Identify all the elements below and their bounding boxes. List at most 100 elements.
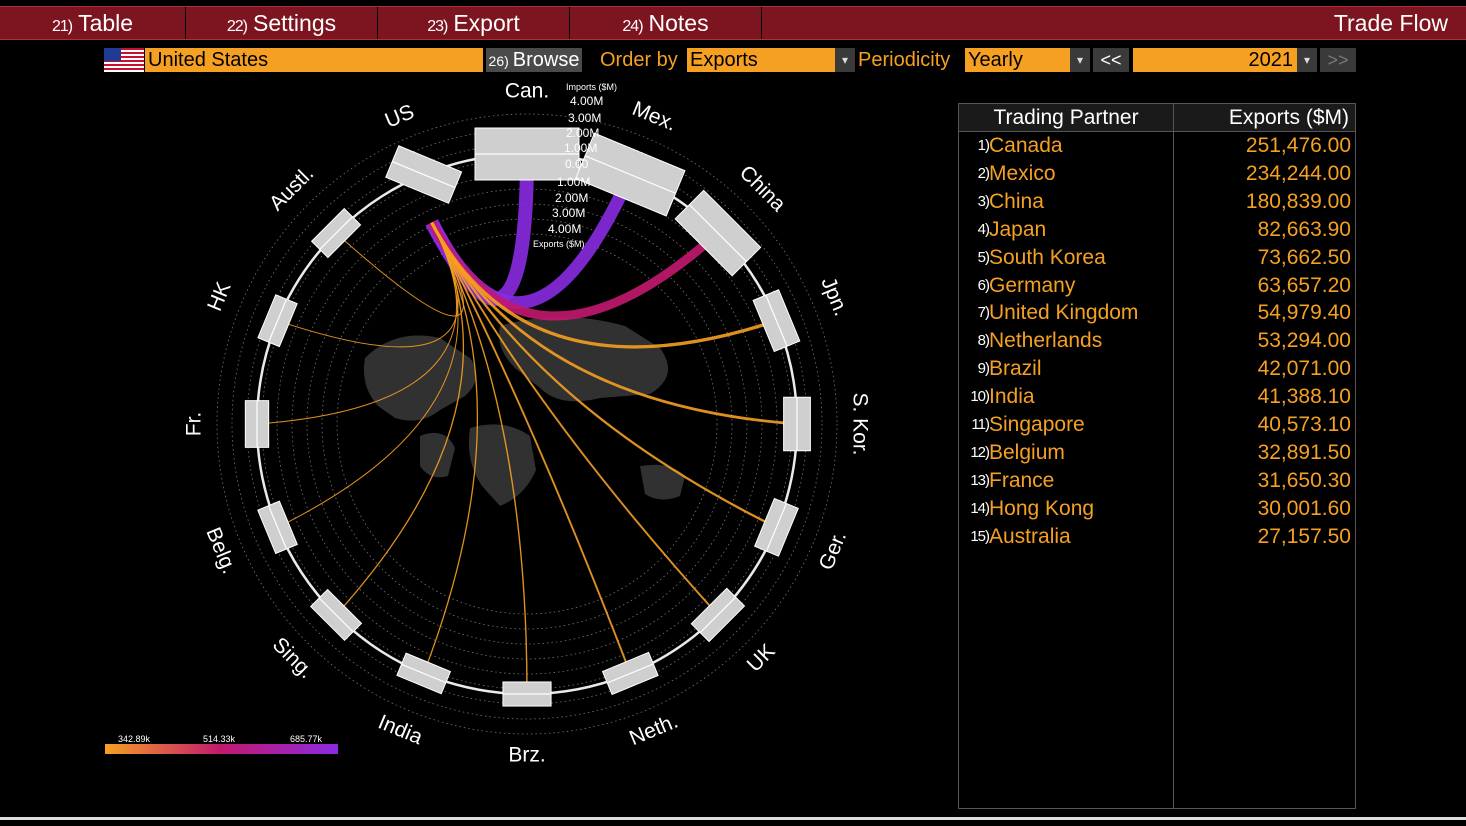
partner-label: US — [382, 100, 418, 132]
tab-export[interactable]: 23) Export — [378, 7, 570, 39]
us-flag-icon — [104, 48, 144, 72]
row-partner-name: Netherlands — [989, 329, 1103, 353]
row-export-value: 30,001.60 — [1257, 496, 1351, 520]
row-rank: 6) — [977, 276, 990, 294]
row-export-value: 251,476.00 — [1245, 134, 1351, 157]
table-row[interactable]: 10) India 41,388.10 — [959, 383, 1357, 411]
order-by-label: Order by — [600, 49, 678, 71]
partner-label: China — [735, 161, 790, 216]
row-rank: 12) — [970, 443, 990, 461]
next-period-button[interactable]: >> — [1320, 48, 1356, 72]
row-export-value: 27,157.50 — [1257, 524, 1351, 548]
imports-axis-title: Imports ($M) — [566, 82, 617, 92]
browse-button[interactable]: 26) Browse — [486, 48, 582, 72]
node-partner[interactable] — [257, 500, 298, 555]
node-partner[interactable] — [783, 396, 811, 452]
tab-settings[interactable]: 22) Settings — [186, 7, 378, 39]
node-partner[interactable] — [396, 652, 452, 695]
table-row[interactable]: 7) United Kingdom 54,979.40 — [959, 299, 1357, 327]
tab-settings-number: 22) — [226, 18, 248, 35]
partner-label: HK — [203, 279, 235, 315]
order-by-select[interactable]: Exports — [687, 48, 835, 72]
row-export-value: 42,071.00 — [1257, 357, 1351, 381]
table-row[interactable]: 8) Netherlands 53,294.00 — [959, 327, 1357, 355]
exports-tick-label: 2.00M — [555, 191, 588, 205]
partner-label: India — [375, 711, 426, 750]
scale-ring — [321, 218, 733, 630]
node-partner[interactable] — [753, 497, 799, 557]
node-partner[interactable] — [752, 289, 801, 353]
partner-label: Belg. — [201, 524, 241, 577]
partner-label: Ger. — [815, 528, 851, 573]
browse-label: Browse — [512, 49, 580, 71]
row-rank: 13) — [970, 471, 990, 489]
year-dropdown-icon[interactable]: ▾ — [1297, 48, 1317, 72]
year-select[interactable]: 2021 — [1133, 48, 1297, 72]
periodicity-select[interactable]: Yearly — [965, 48, 1070, 72]
table-row[interactable]: 4) Japan 82,663.90 — [959, 216, 1357, 244]
imports-tick-label: 1.00M — [564, 141, 597, 155]
table-row[interactable]: 11) Singapore 40,573.10 — [959, 411, 1357, 439]
node-us[interactable] — [385, 145, 463, 204]
row-rank: 8) — [977, 332, 990, 350]
flow-ribbon[interactable] — [277, 222, 459, 348]
row-partner-name: South Korea — [989, 245, 1106, 269]
row-export-value: 82,663.90 — [1257, 217, 1351, 241]
partner-label: Austl. — [265, 162, 318, 215]
node-partner[interactable] — [257, 294, 298, 348]
periodicity-dropdown-icon[interactable]: ▾ — [1070, 48, 1090, 72]
node-partner[interactable] — [502, 681, 552, 707]
trade-flow-chord-chart: US Can. Mex. China Jpn. S. Kor. Ger. UK Neth. Brz… — [105, 80, 871, 767]
node-partner[interactable] — [601, 651, 659, 696]
previous-period-button[interactable]: << — [1093, 48, 1129, 72]
column-header-partner[interactable]: Trading Partner — [959, 104, 1173, 132]
row-export-value: 31,650.30 — [1257, 468, 1351, 492]
order-by-dropdown-icon[interactable]: ▾ — [835, 48, 855, 72]
row-export-value: 32,891.50 — [1257, 440, 1351, 464]
tab-table[interactable]: 21) Table — [0, 7, 186, 39]
row-export-value: 40,573.10 — [1257, 413, 1351, 436]
table-row[interactable]: 5) South Korea 73,662.50 — [959, 244, 1357, 272]
legend-tick-label: 514.33k — [203, 734, 236, 744]
row-rank: 9) — [977, 360, 990, 378]
partner-label: S. Kor. — [848, 392, 871, 455]
row-export-value: 234,244.00 — [1245, 161, 1351, 185]
partner-label: Can. — [505, 80, 549, 103]
table-row[interactable]: 3) China 180,839.00 — [959, 188, 1357, 216]
table-row[interactable]: 15) Australia 27,157.50 — [959, 523, 1357, 551]
row-export-value: 73,662.50 — [1257, 245, 1351, 269]
column-header-exports[interactable]: Exports ($M) — [1174, 104, 1355, 132]
row-export-value: 41,388.10 — [1257, 385, 1351, 409]
partner-label: UK — [743, 640, 780, 677]
row-rank: 15) — [970, 527, 990, 545]
browse-number: 26) — [488, 53, 509, 69]
imports-tick-label: 4.00M — [570, 94, 603, 108]
function-tab-bar: 21) Table 22) Settings 23) Export 24) Notes … — [0, 6, 1466, 40]
row-partner-name: China — [989, 189, 1044, 213]
row-rank: 7) — [977, 304, 990, 322]
bottom-divider — [0, 817, 1466, 820]
row-partner-name: Australia — [989, 524, 1071, 548]
table-row[interactable]: 6) Germany 63,657.20 — [959, 272, 1357, 300]
row-rank: 1) — [977, 137, 990, 154]
tab-notes-label: Notes — [648, 10, 709, 36]
row-export-value: 63,657.20 — [1257, 273, 1351, 297]
table-row[interactable]: 12) Belgium 32,891.50 — [959, 439, 1357, 467]
exports-tick-label: 1.00M — [557, 175, 590, 189]
row-rank: 5) — [977, 248, 990, 266]
node-partner[interactable] — [244, 400, 270, 448]
row-partner-name: United Kingdom — [989, 301, 1139, 325]
table-row[interactable]: 2) Mexico 234,244.00 — [959, 160, 1357, 188]
country-input[interactable]: United States — [145, 48, 483, 72]
node-partner[interactable] — [690, 587, 746, 643]
table-row[interactable]: 1) Canada 251,476.00 — [959, 132, 1357, 160]
partner-label: Brz. — [508, 744, 545, 767]
table-row[interactable]: 13) France 31,650.30 — [959, 467, 1357, 495]
row-partner-name: France — [989, 468, 1055, 492]
table-row[interactable]: 14) Hong Kong 30,001.60 — [959, 495, 1357, 523]
exports-tick-label: 3.00M — [552, 206, 585, 220]
legend-tick-label: 685.77k — [290, 734, 323, 744]
row-export-value: 180,839.00 — [1245, 189, 1351, 213]
tab-notes[interactable]: 24) Notes — [570, 7, 762, 39]
table-row[interactable]: 9) Brazil 42,071.00 — [959, 355, 1357, 383]
